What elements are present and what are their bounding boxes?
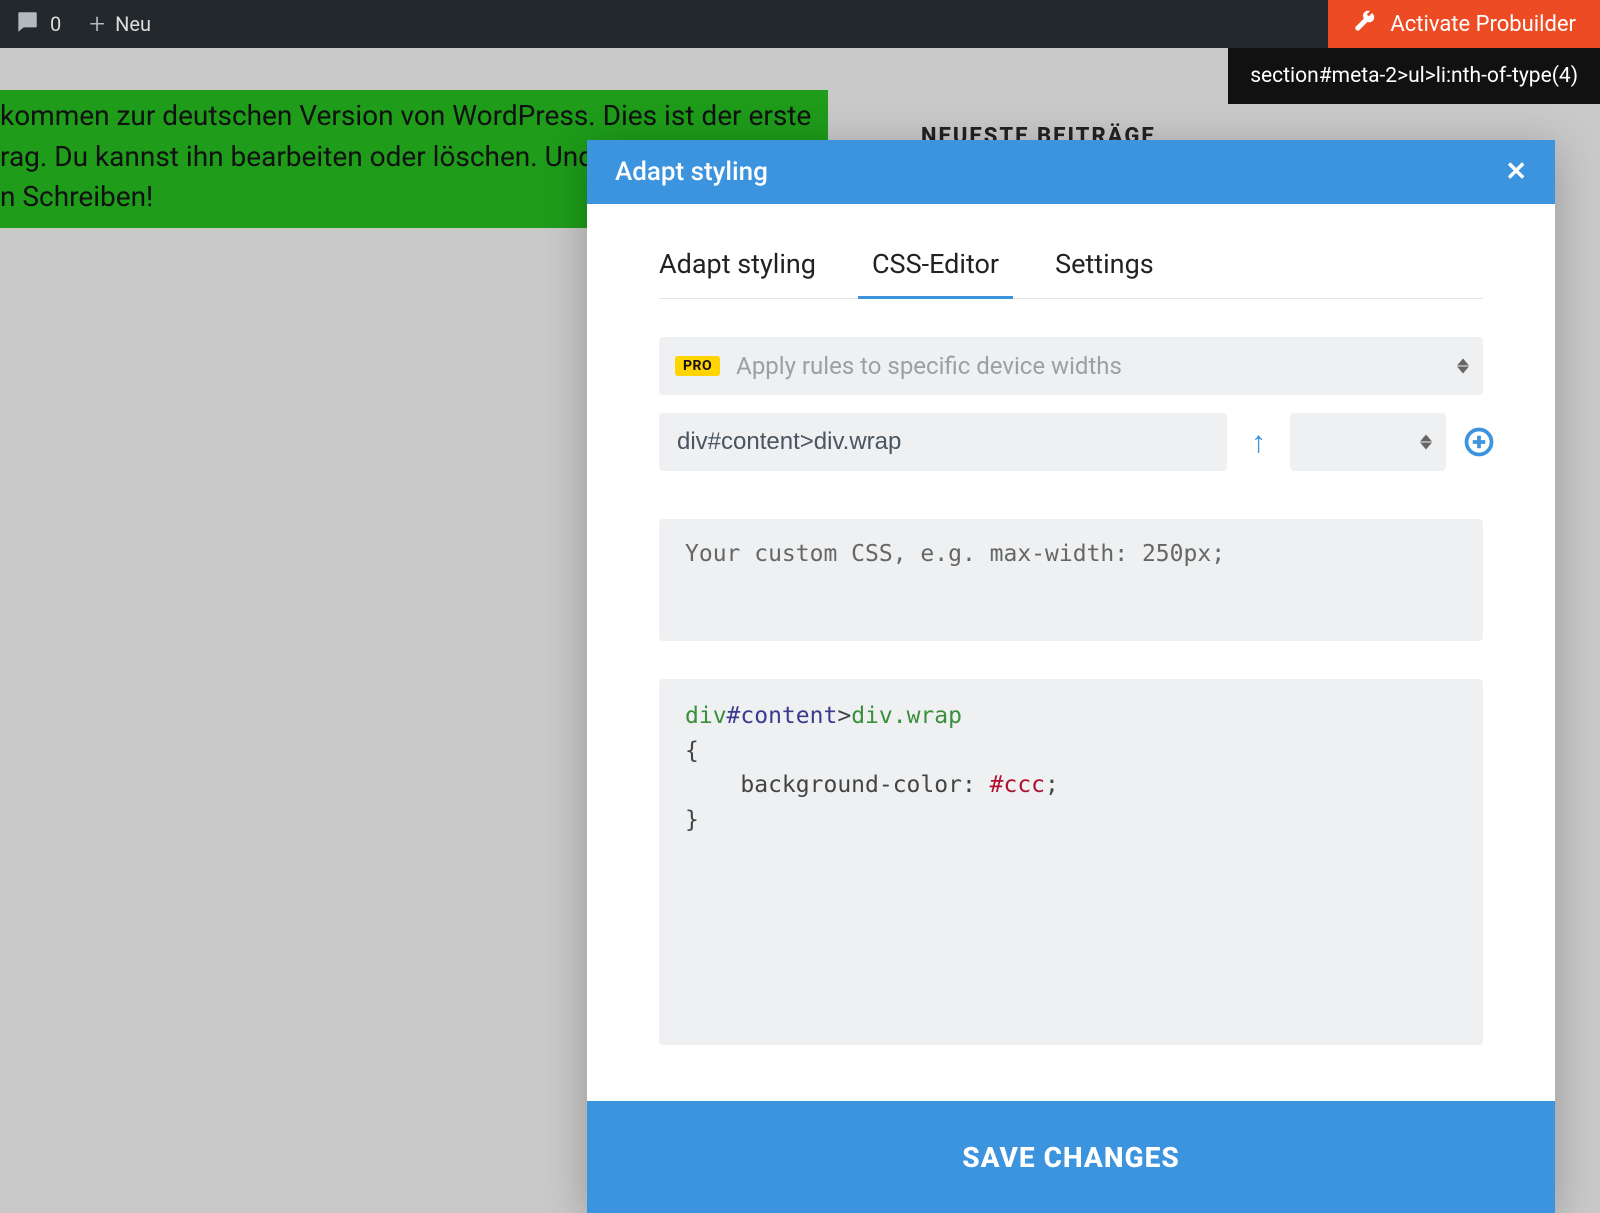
save-changes-button[interactable]: SAVE CHANGES (587, 1101, 1555, 1213)
device-width-placeholder: Apply rules to specific device widths (736, 352, 1122, 380)
code-token: div (851, 703, 893, 729)
tabs: Adapt styling CSS-Editor Settings (659, 234, 1483, 299)
new-item[interactable]: + Neu (89, 10, 151, 38)
comment-icon (14, 9, 40, 40)
arrow-up-icon[interactable]: ↑ (1245, 425, 1272, 460)
code-token: div (685, 703, 727, 729)
pseudo-select[interactable] (1290, 413, 1446, 471)
comments-item[interactable]: 0 (14, 9, 61, 40)
highlight-line: n Schreiben! (0, 180, 153, 213)
custom-css-input[interactable] (659, 519, 1483, 641)
save-label: SAVE CHANGES (962, 1141, 1179, 1174)
modal-title: Adapt styling (615, 157, 768, 187)
code-token: .wrap (893, 703, 962, 729)
new-label: Neu (115, 12, 151, 36)
code-token: background-color: (740, 772, 989, 798)
code-token: #content (727, 703, 838, 729)
css-preview: div#content>div.wrap { background-color:… (659, 679, 1483, 1045)
chevron-updown-icon (1457, 359, 1469, 374)
admin-bar-left: 0 + Neu (0, 9, 151, 40)
code-token: ; (1045, 772, 1059, 798)
adapt-styling-modal: Adapt styling ✕ Adapt styling CSS-Editor… (587, 140, 1555, 1213)
add-rule-icon[interactable] (1464, 427, 1494, 457)
highlight-line: rag. Du kannst ihn bearbeiten oder lösch… (0, 140, 594, 173)
modal-body: Adapt styling CSS-Editor Settings PRO Ap… (587, 204, 1555, 1101)
selector-row: ↑ (659, 413, 1483, 471)
admin-bar: 0 + Neu Activate Probuilder (0, 0, 1600, 48)
plus-icon: + (89, 10, 105, 38)
activate-probuilder-button[interactable]: Activate Probuilder (1328, 0, 1600, 48)
wrench-icon (1352, 9, 1376, 39)
tab-css-editor[interactable]: CSS-Editor (872, 234, 999, 298)
comment-count: 0 (50, 12, 61, 36)
close-icon[interactable]: ✕ (1505, 157, 1527, 187)
tab-adapt-styling[interactable]: Adapt styling (659, 234, 816, 298)
highlight-line: kommen zur deutschen Version von WordPre… (0, 99, 811, 132)
modal-header: Adapt styling ✕ (587, 140, 1555, 204)
activate-label: Activate Probuilder (1390, 12, 1576, 37)
pro-badge: PRO (675, 356, 720, 376)
code-indent (685, 772, 740, 798)
selector-input[interactable] (659, 413, 1227, 471)
chevron-updown-icon (1420, 435, 1432, 450)
code-token: { (685, 738, 699, 764)
code-token: } (685, 807, 699, 833)
code-token: > (837, 703, 851, 729)
code-token: #ccc (990, 772, 1045, 798)
device-width-select[interactable]: PRO Apply rules to specific device width… (659, 337, 1483, 395)
tab-settings[interactable]: Settings (1055, 234, 1154, 298)
